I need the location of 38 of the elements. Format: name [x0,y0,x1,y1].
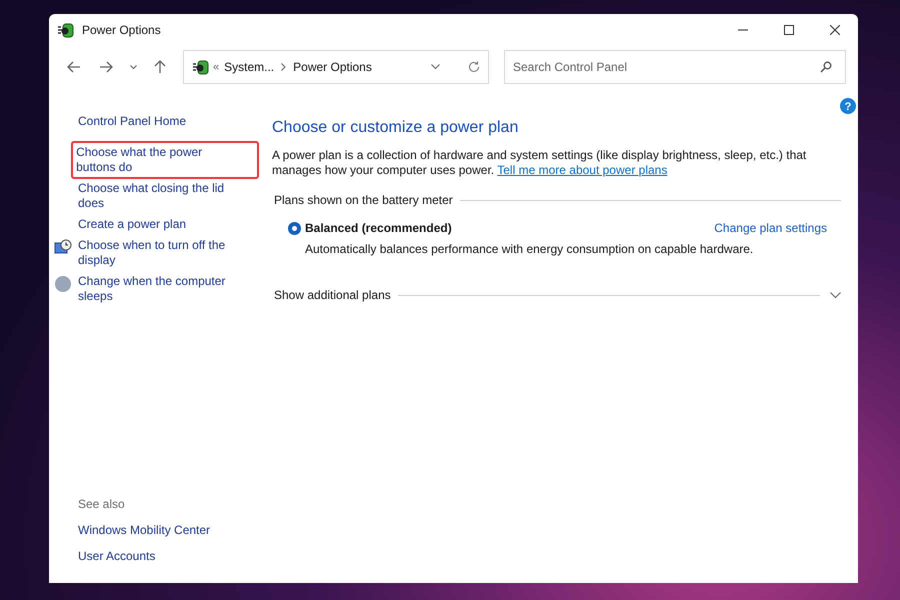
see-also-link[interactable]: Windows Mobility Center [78,521,259,539]
see-also-link[interactable]: User Accounts [78,547,259,565]
back-arrow-icon [67,61,81,73]
address-bar[interactable]: « System... Power Options [183,50,489,84]
sidebar-link[interactable]: Change when the computer sleeps [78,274,238,304]
sidebar-link[interactable]: Choose what the power buttons do [71,141,259,179]
see-also-heading: See also [78,496,126,513]
breadcrumb-chevron-icon [281,63,286,71]
sidebar-link[interactable]: Control Panel Home [78,114,238,129]
search-field[interactable]: Search Control Panel [504,50,846,84]
radio-button[interactable] [288,222,301,234]
plan-description: Automatically balances performance with energy consumption on capable hardware. [304,241,754,258]
sidebar-link[interactable]: Choose what closing the lid does [78,181,238,211]
forward-arrow-icon [99,61,113,73]
sidebar-link[interactable]: Create a power plan [78,217,238,232]
page-heading: Choose or customize a power plan [272,118,520,138]
power-plug-icon [192,58,210,76]
plan-name: Balanced (recommended) [305,220,452,237]
chevron-down-icon [431,64,440,70]
up-arrow-icon [154,60,166,74]
description-text: A power plan is a collection of hardware and system settings (like display brightness, sleep, etc.) that manages how your computer uses power. Tell me more about power plans [272,148,808,178]
maximize-icon [784,25,794,35]
power-plug-icon [57,21,75,39]
sidebar-link[interactable]: Choose when to turn off the display [78,238,238,268]
breadcrumb-item[interactable]: Power Options [293,58,372,76]
close-icon [830,25,840,35]
power-plans-link[interactable]: Tell me more about power plans [497,163,668,177]
group-heading: Plans shown on the battery meter [274,192,453,209]
overflow-chevrons[interactable]: « [213,58,220,76]
change-plan-settings-link[interactable]: Change plan settings [714,219,827,237]
refresh-icon[interactable] [468,61,480,73]
chevron-down-icon[interactable] [830,292,841,298]
breadcrumb-item[interactable]: System... [224,58,274,76]
chevron-down-icon [130,64,136,70]
show-additional-plans-label[interactable]: Show additional plans [274,286,391,304]
window-title: Power Options [82,22,161,39]
search-icon [820,61,832,73]
help-icon[interactable]: ? [840,98,856,114]
